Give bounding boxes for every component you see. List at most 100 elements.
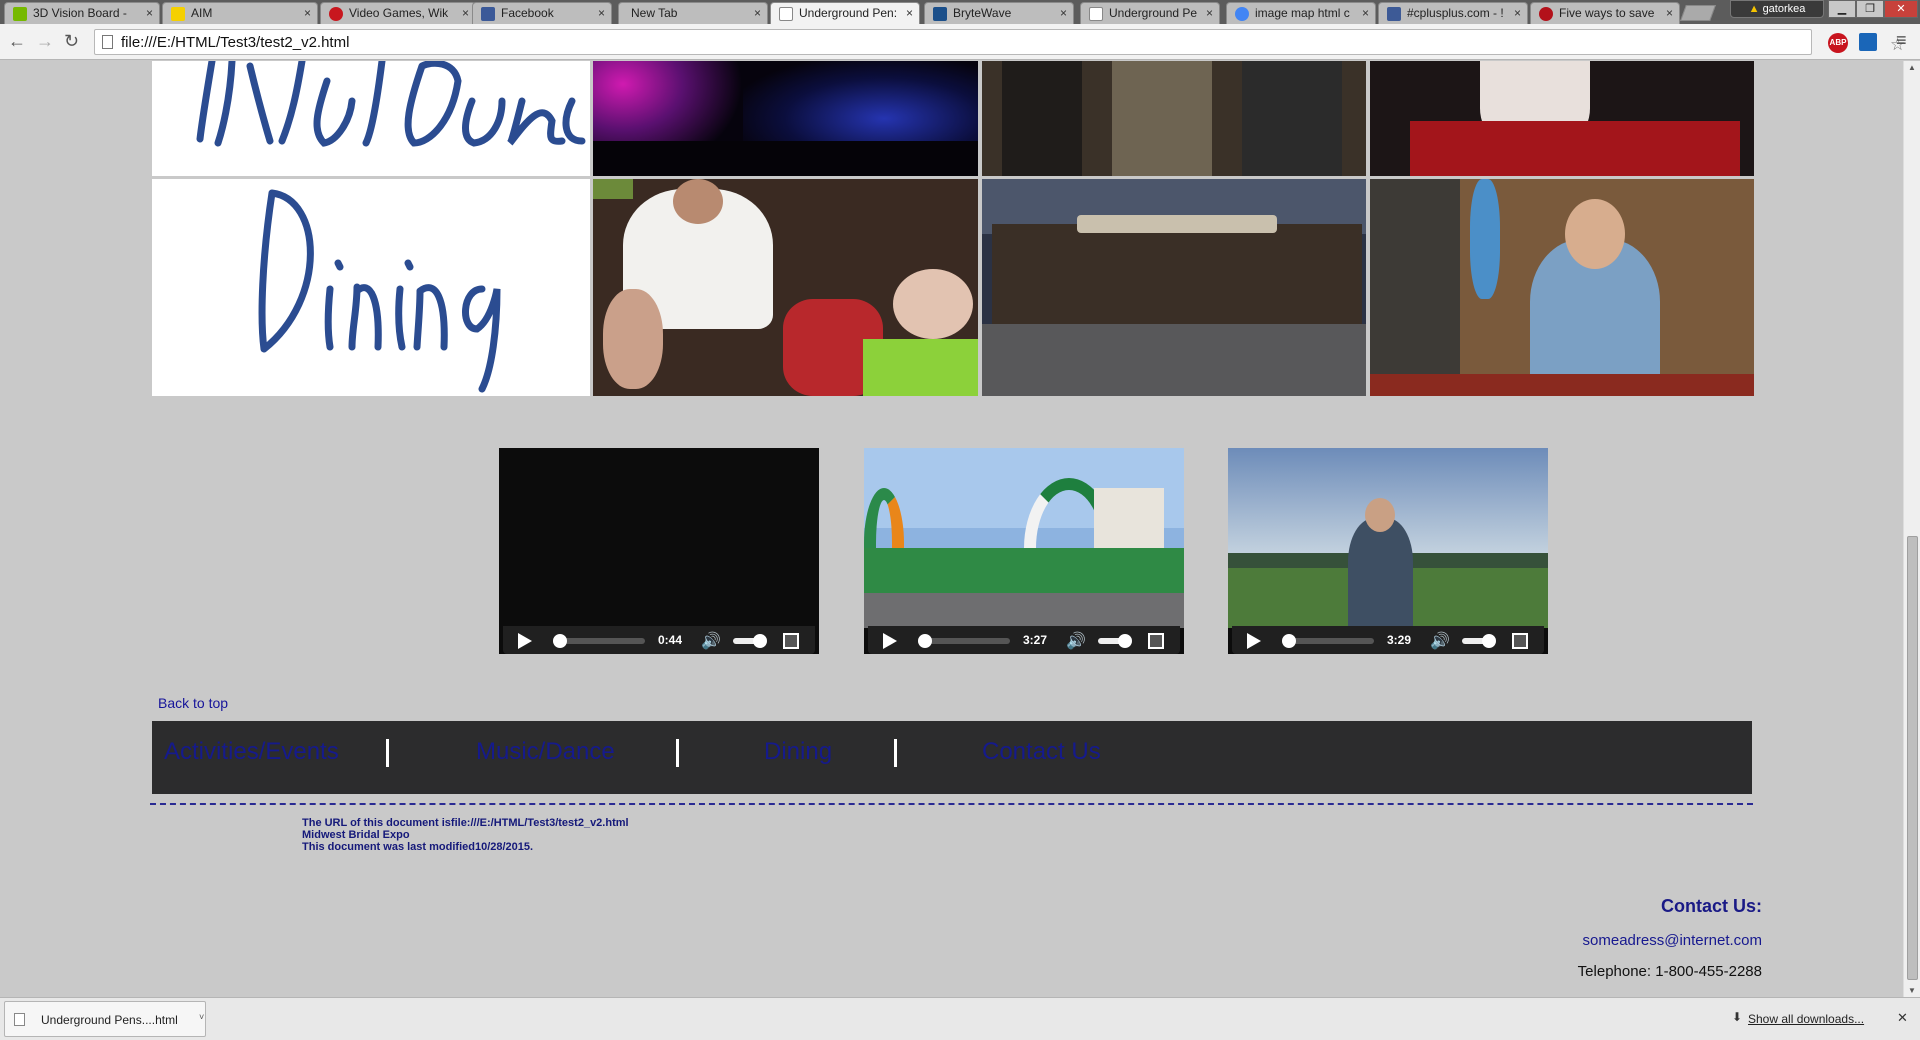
scroll-down-arrow-icon[interactable]: ▼	[1908, 986, 1916, 995]
volume-icon[interactable]: 🔊	[701, 631, 721, 651]
dining-script-logo	[258, 189, 501, 393]
video-player-1[interactable]: 0:44 🔊	[499, 448, 819, 654]
forward-button[interactable]: →	[36, 31, 54, 51]
parking-lot	[982, 324, 1366, 396]
tab-brytewave[interactable]: BryteWave ×	[924, 2, 1074, 24]
scrollbar-thumb[interactable]	[1907, 536, 1918, 980]
dining-image-link[interactable]	[152, 179, 590, 396]
nav-separator	[386, 739, 389, 767]
fullscreen-icon[interactable]	[1512, 633, 1528, 649]
volume-icon[interactable]: 🔊	[1430, 631, 1450, 651]
tab-close-icon[interactable]: ×	[1666, 3, 1673, 24]
tab-3d-vision-board[interactable]: 3D Vision Board - ×	[4, 2, 160, 24]
seek-handle[interactable]	[1282, 634, 1296, 648]
volume-handle[interactable]	[1118, 634, 1132, 648]
back-button[interactable]: ←	[8, 31, 26, 51]
tab-label: Underground Pen:	[799, 6, 897, 20]
band-members-photo[interactable]	[982, 61, 1366, 176]
contact-telephone: Telephone: 1-800-455-2288	[1577, 963, 1762, 980]
video-time: 3:27	[1023, 633, 1048, 647]
facebook-icon	[481, 7, 495, 21]
tab-label: Underground Pen:	[1109, 6, 1197, 20]
adblock-plus-icon[interactable]: ABP	[1828, 33, 1848, 53]
contact-email-link[interactable]: someadress@internet.com	[1583, 932, 1762, 949]
tab-five-ways-to-save[interactable]: Five ways to save ×	[1530, 2, 1680, 24]
club-crowd-silhouettes	[593, 141, 978, 176]
fullscreen-icon[interactable]	[783, 633, 799, 649]
volume-handle[interactable]	[753, 634, 767, 648]
download-options-caret-icon[interactable]: ˅	[199, 1012, 204, 1022]
tab-facebook[interactable]: Facebook ×	[472, 2, 612, 24]
seek-handle[interactable]	[918, 634, 932, 648]
reload-button[interactable]: ↻	[64, 31, 79, 51]
chef-serving-kids-photo[interactable]	[593, 179, 978, 396]
profile-name: gatorkea	[1762, 3, 1806, 15]
minimize-button[interactable]: ▁	[1828, 0, 1856, 18]
vertical-scrollbar[interactable]: ▲ ▼	[1903, 61, 1920, 997]
play-icon[interactable]	[883, 633, 897, 649]
tab-image-map-html[interactable]: image map html c ×	[1226, 2, 1376, 24]
download-item[interactable]: Underground Pens....html ˅	[4, 1001, 206, 1037]
tab-close-icon[interactable]: ×	[462, 3, 469, 24]
tab-close-icon[interactable]: ×	[1206, 3, 1213, 24]
man-shirt	[1348, 518, 1413, 628]
restaurant-exterior-photo[interactable]	[982, 179, 1366, 396]
play-icon[interactable]	[1247, 633, 1261, 649]
toolbar: ← → ↻ file:///E:/HTML/Test3/test2_v2.htm…	[0, 24, 1920, 60]
tab-close-icon[interactable]: ×	[304, 3, 311, 24]
download-shelf: Underground Pens....html ˅ ⬇ Show all do…	[0, 997, 1920, 1040]
tab-new-tab[interactable]: New Tab ×	[618, 2, 768, 24]
address-bar[interactable]: file:///E:/HTML/Test3/test2_v2.html ☆	[94, 29, 1905, 55]
tab-close-icon[interactable]: ×	[754, 3, 761, 24]
download-filename: Underground Pens....html	[41, 1013, 178, 1027]
tab-close-icon[interactable]: ×	[598, 3, 605, 24]
tab-underground-pens-active[interactable]: Underground Pen: ×	[770, 2, 920, 24]
tab-close-icon[interactable]: ×	[1060, 3, 1067, 24]
restaurant-sign	[1077, 215, 1277, 233]
tab-label: BryteWave	[953, 6, 1012, 20]
nav-link-contact-us[interactable]: Contact Us	[982, 738, 1101, 766]
tab-close-icon[interactable]: ×	[1514, 3, 1521, 24]
volume-icon[interactable]: 🔊	[1066, 631, 1086, 651]
club-crowd-photo[interactable]	[593, 61, 978, 176]
extension-chart-icon[interactable]	[1859, 33, 1877, 51]
scroll-up-arrow-icon[interactable]: ▲	[1908, 63, 1916, 72]
music-dance-image-link[interactable]	[152, 61, 590, 176]
new-tab-button[interactable]	[1680, 5, 1716, 21]
close-window-button[interactable]: ✕	[1884, 0, 1918, 18]
clown-face-rappers-photo[interactable]	[1370, 61, 1754, 176]
bar-counter	[1370, 374, 1754, 396]
nav-link-activities-events[interactable]: Activities/Events	[164, 738, 339, 766]
tab-close-icon[interactable]: ×	[906, 3, 913, 24]
fullscreen-icon[interactable]	[1148, 633, 1164, 649]
bartender-photo[interactable]	[1370, 179, 1754, 396]
chrome-menu-icon[interactable]: ≡	[1896, 30, 1907, 51]
footer-modified-line: This document was last modified10/28/201…	[302, 841, 534, 853]
play-icon[interactable]	[518, 633, 532, 649]
nvidia-icon	[13, 7, 27, 21]
nav-link-dining[interactable]: Dining	[764, 738, 832, 766]
tab-aim[interactable]: AIM ×	[162, 2, 318, 24]
tab-close-icon[interactable]: ×	[1362, 3, 1369, 24]
back-to-top-link[interactable]: Back to top	[158, 695, 228, 711]
show-all-downloads-link[interactable]: Show all downloads...	[1748, 1012, 1864, 1026]
tab-strip: 3D Vision Board - × AIM × Video Games, W…	[0, 0, 1920, 24]
video-player-3[interactable]: 3:29 🔊	[1228, 448, 1548, 654]
nav-link-music-dance[interactable]: Music/Dance	[476, 738, 615, 766]
tab-video-games-wiki[interactable]: Video Games, Wik ×	[320, 2, 476, 24]
tab-label: Facebook	[501, 6, 554, 20]
volume-handle[interactable]	[1482, 634, 1496, 648]
restore-button[interactable]: ❐	[1856, 0, 1884, 18]
tab-underground-pens-2[interactable]: Underground Pen: ×	[1080, 2, 1220, 24]
video-controls: 3:27 🔊	[868, 626, 1180, 654]
close-download-shelf-icon[interactable]: ✕	[1897, 1010, 1908, 1026]
tab-close-icon[interactable]: ×	[146, 3, 153, 24]
address-url: file:///E:/HTML/Test3/test2_v2.html	[121, 34, 350, 51]
video-controls: 3:29 🔊	[1232, 626, 1544, 654]
road	[864, 593, 1184, 628]
tab-cplusplus[interactable]: #cplusplus.com - ! ×	[1378, 2, 1528, 24]
profile-button[interactable]: ▲ gatorkea	[1730, 0, 1824, 18]
download-arrow-icon: ⬇	[1732, 1010, 1743, 1024]
video-player-2[interactable]: 3:27 🔊	[864, 448, 1184, 654]
seek-handle[interactable]	[553, 634, 567, 648]
